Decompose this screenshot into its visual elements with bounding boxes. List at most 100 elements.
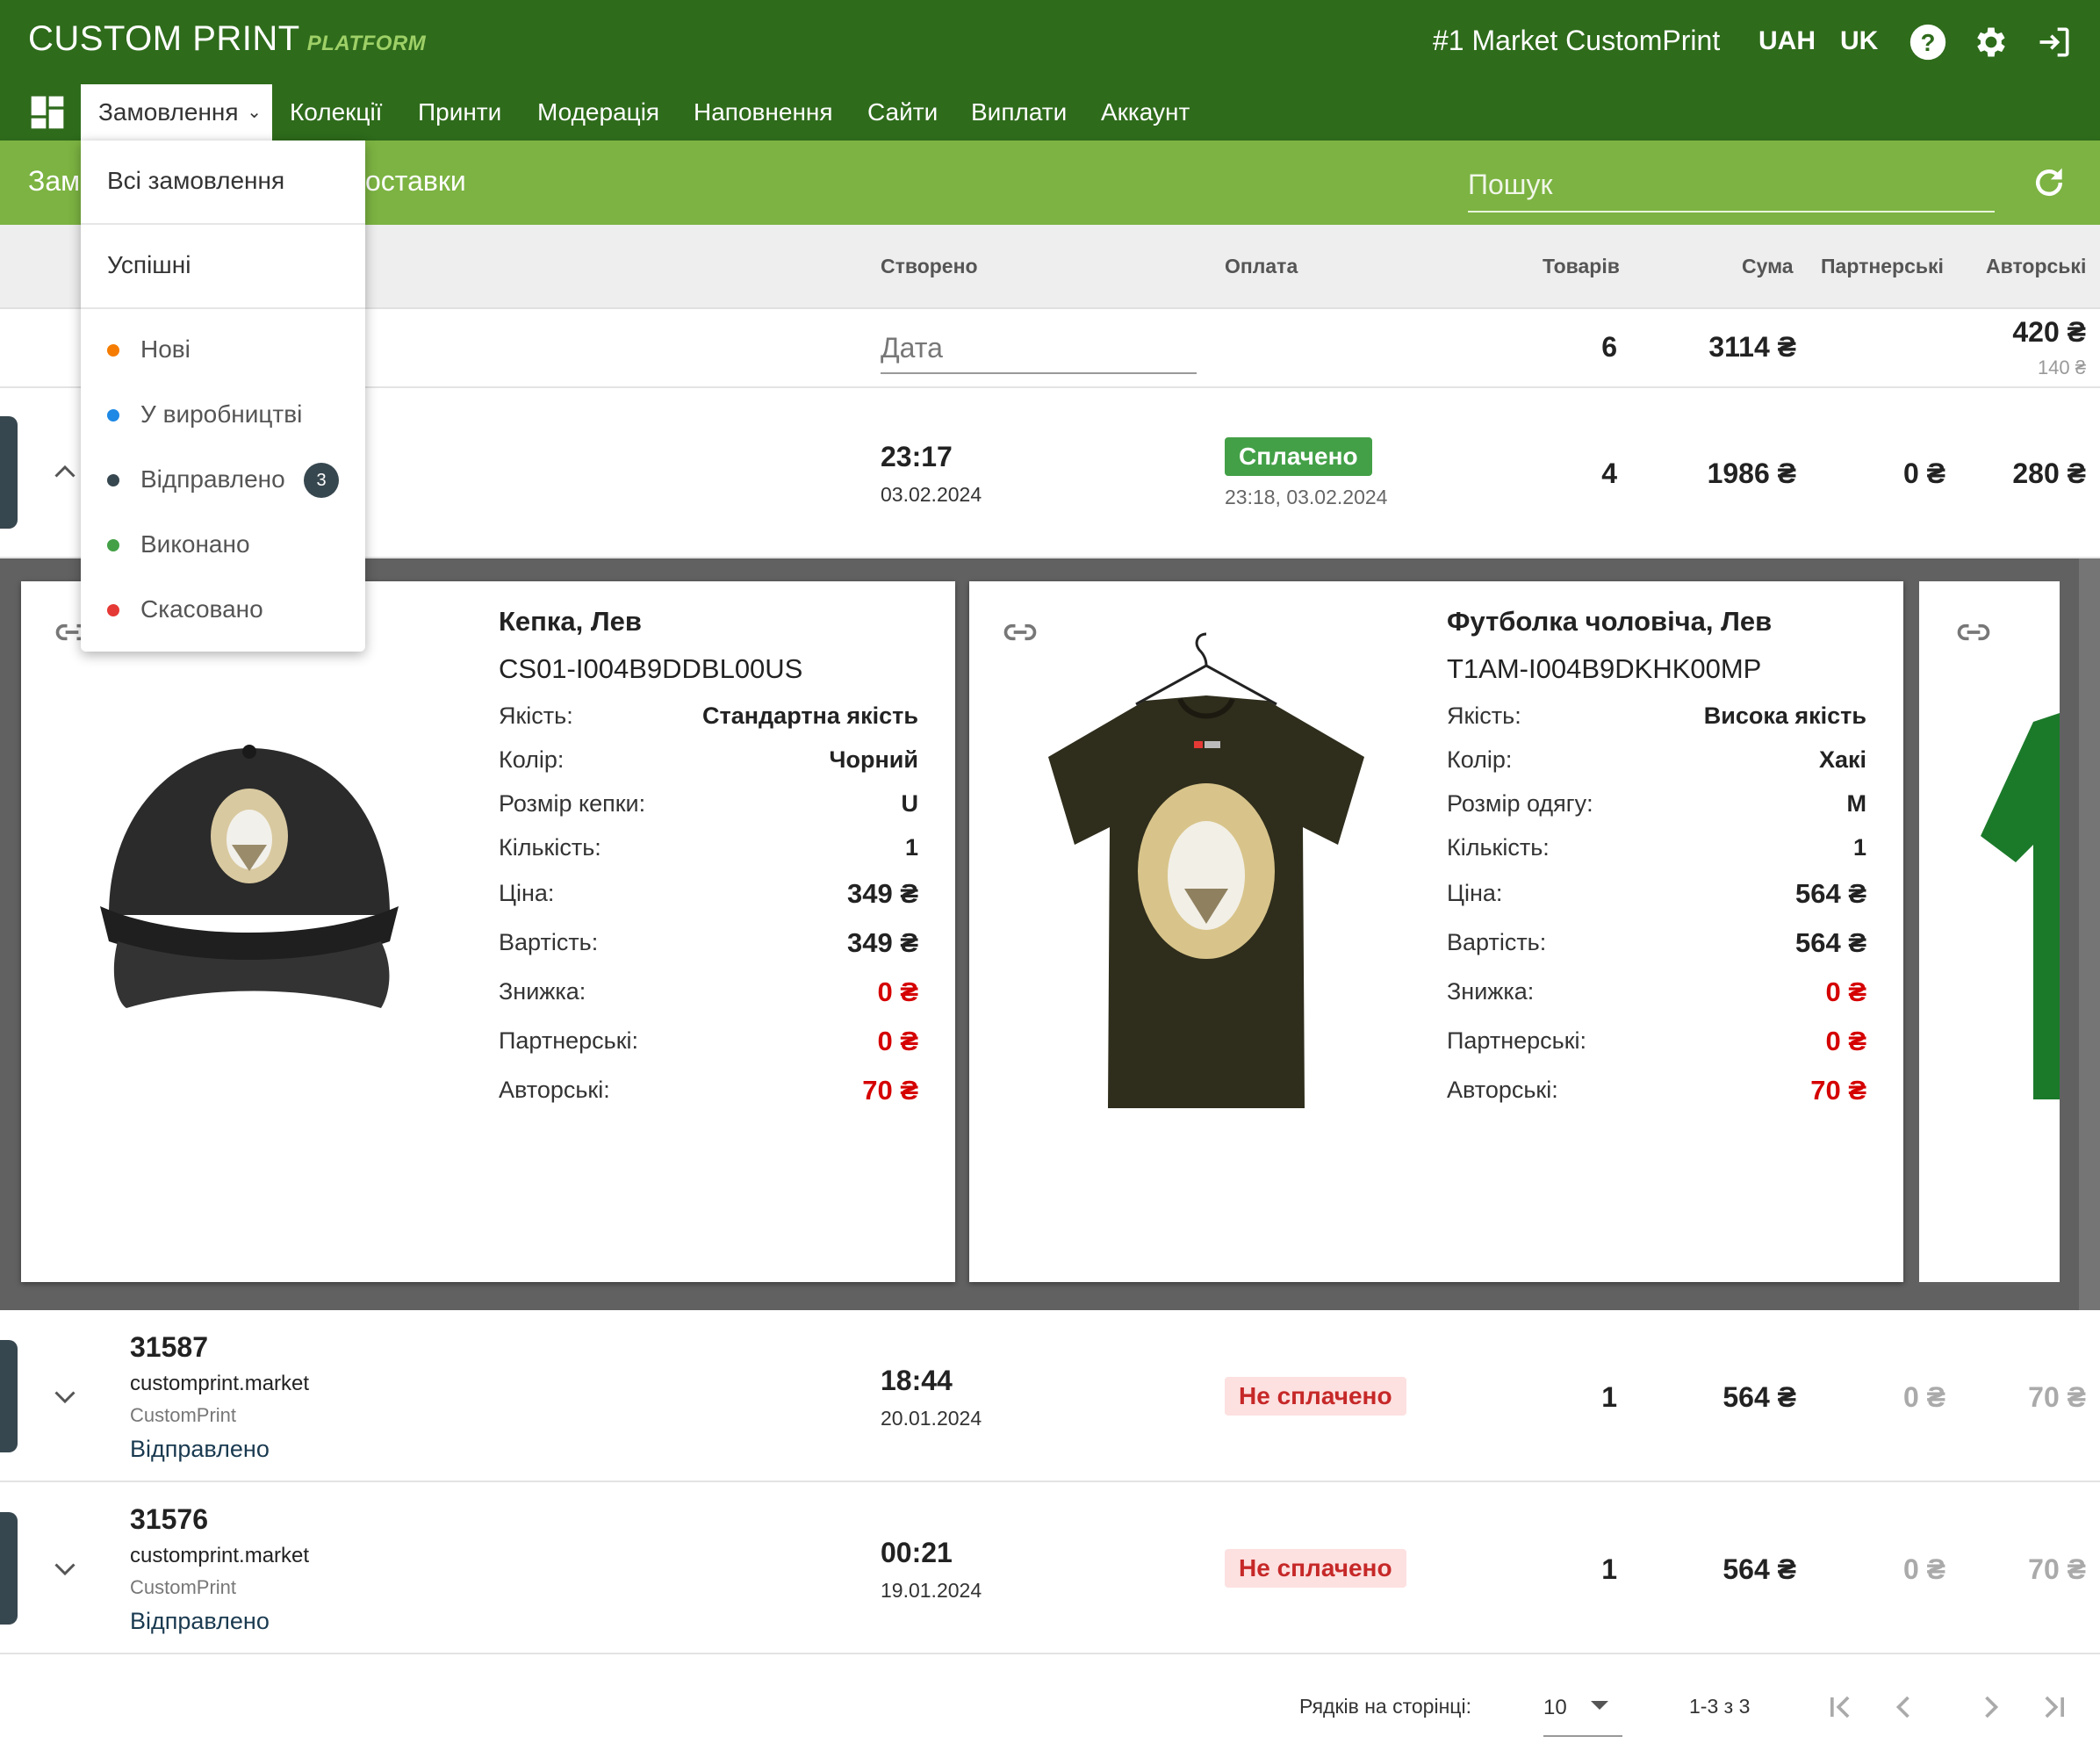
menu-item-new[interactable]: Нові [140,335,191,364]
column-created[interactable]: Створено [881,255,978,278]
order-sum: 564 ₴ [1722,1381,1796,1413]
refresh-icon[interactable] [2030,163,2068,202]
order-id[interactable]: 31587 [130,1331,208,1364]
field-label: Партнерські: [499,1027,639,1054]
brand-name: CUSTOM PRINT [28,19,300,58]
order-id[interactable]: 31576 [130,1503,208,1536]
order-items: 4 [1601,458,1617,489]
order-sum: 564 ₴ [1722,1553,1796,1585]
brand-sub: PLATFORM [306,32,427,55]
chevron-down-icon: ⌄ [247,103,262,122]
order-partner: 0 ₴ [1902,1381,1945,1413]
first-page-icon[interactable] [1821,1688,1859,1726]
author-subtotal: 140 ₴ [2037,357,2086,378]
field-label: Розмір одягу: [1447,790,1593,817]
rows-per-page-select[interactable]: 10 [1543,1679,1622,1737]
chevron-up-icon[interactable] [49,457,81,488]
field-label: Вартість: [1447,929,1547,955]
caret-down-icon [1591,1701,1608,1710]
field-value: Висока якість [1703,702,1866,729]
field-label: Авторські: [499,1077,610,1103]
column-payment[interactable]: Оплата [1225,255,1298,278]
order-author: 70 ₴ [2028,1553,2086,1585]
sum-total: 3114 ₴ [1708,331,1796,363]
nav-account[interactable]: Аккаунт [1101,84,1190,140]
field-value: 0 ₴ [1825,1026,1866,1056]
column-partner[interactable]: Партнерські [1821,255,1944,278]
nav-payouts[interactable]: Виплати [971,84,1067,140]
order-date: 03.02.2024 [881,483,982,506]
market-selector[interactable]: #1 Market CustomPrint [1433,25,1720,57]
nav-sites[interactable]: Сайти [867,84,938,140]
status-badge: Сплачено [1225,437,1372,476]
nav-prints[interactable]: Принти [418,84,501,140]
help-icon[interactable]: ? [1909,23,1947,61]
field-label: Якість: [1447,702,1521,729]
search-input[interactable] [1468,158,1995,213]
nav-orders[interactable]: Замовлення ⌄ [81,84,272,140]
order-sum: 1986 ₴ [1707,458,1796,489]
menu-item-successful[interactable]: Успішні [107,251,191,279]
product-image-tshirt-green [1981,713,2060,1099]
status-badge: Не сплачено [1225,1377,1406,1416]
order-author: 70 ₴ [2028,1381,2086,1413]
date-filter-input[interactable] [881,323,1197,374]
field-label: Розмір кепки: [499,790,646,817]
status-dot-new [107,344,119,357]
pagination-bar [0,1658,2100,1758]
status-dot-done [107,539,119,551]
status-indicator [0,1340,18,1452]
field-value: U [901,790,919,817]
last-page-icon[interactable] [2035,1688,2074,1726]
order-date: 19.01.2024 [881,1579,982,1602]
column-items[interactable]: Товарів [1543,255,1620,278]
field-value: 0 ₴ [877,976,918,1007]
order-partner: 0 ₴ [1902,1553,1945,1585]
currency-selector[interactable]: UAH [1758,26,1816,56]
brand-logo[interactable]: CUSTOM PRINT PLATFORM [28,19,426,59]
order-shop: CustomPrint [130,1404,237,1426]
field-label: Ціна: [1447,880,1503,906]
status-indicator [0,1512,18,1625]
nav-content[interactable]: Наповнення [694,84,833,140]
field-value: 70 ₴ [1810,1075,1866,1106]
field-label: Колір: [1447,746,1513,773]
logout-icon[interactable] [2035,23,2074,61]
field-value: Стандартна якість [702,702,918,729]
orders-dropdown-menu: Всі замовлення Успішні Нові У виробництв… [81,140,365,652]
link-icon[interactable] [1954,613,1993,652]
scrollbar[interactable] [2079,558,2100,1310]
status-dot-cancelled [107,604,119,616]
field-value: 70 ₴ [862,1075,918,1106]
menu-item-cancelled[interactable]: Скасовано [140,595,263,623]
menu-item-shipped[interactable]: Відправлено [140,465,285,494]
menu-item-all-orders[interactable]: Всі замовлення [107,167,284,195]
field-value: Хакі [1818,746,1866,773]
author-total: 420 ₴ [2012,316,2086,348]
language-selector[interactable]: UK [1840,26,1878,56]
previous-page-icon[interactable] [1884,1688,1923,1726]
next-page-icon[interactable] [1972,1688,2010,1726]
items-total: 6 [1601,331,1617,363]
status-dot-production [107,409,119,421]
field-value: 349 ₴ [846,878,918,909]
nav-orders-label: Замовлення [98,98,239,126]
page-range: 1-3 з 3 [1689,1695,1751,1718]
column-sum[interactable]: Сума [1742,255,1794,278]
chevron-down-icon[interactable] [49,1380,81,1412]
field-value: 349 ₴ [846,927,918,958]
menu-item-in-production[interactable]: У виробництві [140,400,302,429]
svg-text:?: ? [1921,29,1936,56]
dashboard-icon[interactable] [30,95,65,130]
product-sku: T1AM-I004B9DKHK00MP [1447,653,1762,684]
nav-moderation[interactable]: Модерація [537,84,659,140]
status-badge: Не сплачено [1225,1549,1406,1588]
column-author[interactable]: Авторські [1986,255,2086,278]
order-time: 18:44 [881,1365,953,1396]
menu-item-done[interactable]: Виконано [140,530,250,558]
order-status: Відправлено [130,1436,270,1462]
chevron-down-icon[interactable] [49,1553,81,1584]
nav-collections[interactable]: Колекції [290,84,382,140]
field-value: 0 ₴ [1825,976,1866,1007]
gear-icon[interactable] [1972,23,2010,61]
